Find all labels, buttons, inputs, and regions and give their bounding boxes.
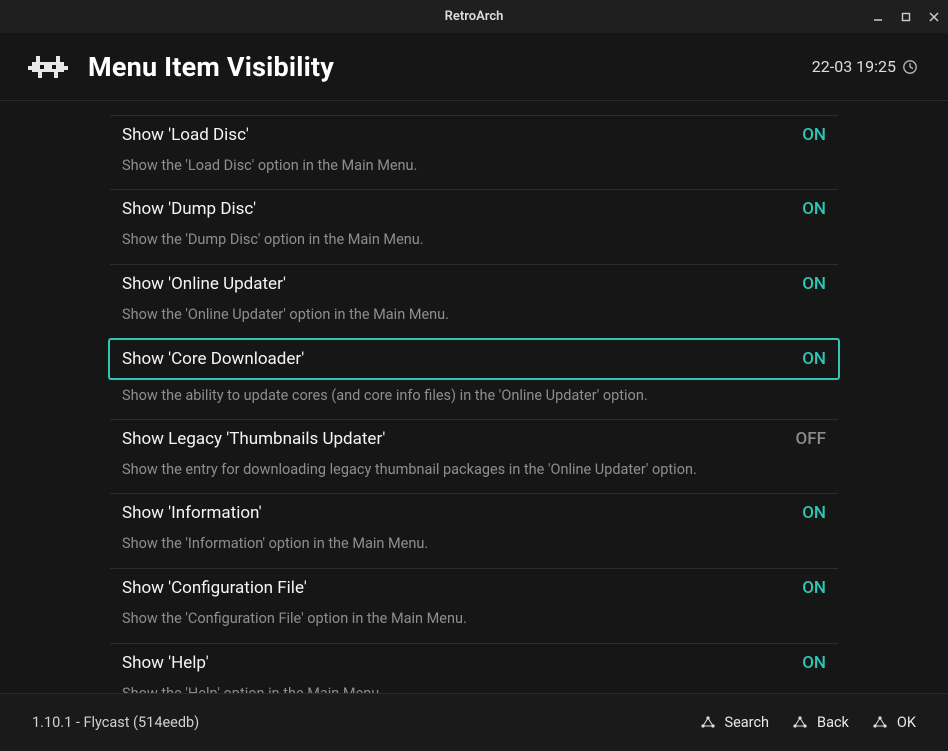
footer-action-search[interactable]: Search xyxy=(699,714,770,732)
setting-item[interactable]: Show 'Online Updater' ON Show the 'Online … xyxy=(110,265,838,340)
setting-item[interactable]: Show 'Configuration File' ON Show the 'Con… xyxy=(110,569,838,644)
setting-row[interactable]: Show 'Load Disc' ON xyxy=(110,116,838,154)
setting-item[interactable]: Show Legacy 'Thumbnails Updater'OFFShow … xyxy=(110,419,838,495)
settings-section: Show 'Load Content'ONShow the 'Load Cont… xyxy=(0,101,948,693)
setting-item[interactable]: Show 'Information' ON Show the 'Informatio… xyxy=(110,494,838,569)
clock-icon xyxy=(902,59,918,75)
footer-action-back[interactable]: Back xyxy=(791,714,849,732)
footer-version: 1.10.1 - Flycast (514eedb) xyxy=(32,714,699,731)
footer-actions: Search Back OK xyxy=(699,714,917,732)
page-title: Menu Item Visibility xyxy=(88,51,334,83)
setting-description: Show the 'Online Updater' option in the … xyxy=(110,303,750,339)
gamepad-button-icon xyxy=(791,714,809,732)
setting-value: ON xyxy=(802,125,826,145)
setting-label: Show 'Configuration File' xyxy=(122,578,307,598)
window-controls xyxy=(872,0,940,33)
window-close-button[interactable] xyxy=(928,11,940,23)
footer-action-ok[interactable]: OK xyxy=(871,714,916,732)
setting-row[interactable]: Show 'Information' ON xyxy=(110,494,838,532)
retroarch-invader-icon xyxy=(28,52,68,82)
setting-value: ON xyxy=(802,199,826,219)
setting-label: Show 'Core Downloader' xyxy=(122,349,304,369)
window-minimize-button[interactable] xyxy=(872,11,884,23)
setting-row[interactable]: Show 'Dump Disc' ON xyxy=(110,190,838,228)
setting-row[interactable]: Show Legacy 'Thumbnails Updater' OFF xyxy=(110,420,838,458)
setting-row[interactable]: Show 'Core Downloader' ON xyxy=(108,338,840,380)
setting-label: Show Legacy 'Thumbnails Updater' xyxy=(122,429,385,449)
setting-description: Show the 'Load Content' option in the Ma… xyxy=(110,101,750,115)
page-header: Menu Item Visibility 22-03 19:25 xyxy=(0,33,948,101)
setting-label: Show 'Dump Disc' xyxy=(122,199,256,219)
setting-description: Show the 'Information' option in the Mai… xyxy=(110,532,750,568)
gamepad-button-icon xyxy=(699,714,717,732)
setting-item[interactable]: Show 'Load Disc' ON Show the 'Load Disc' o… xyxy=(110,116,838,191)
window-maximize-button[interactable] xyxy=(900,11,912,23)
setting-description: Show the entry for downloading legacy th… xyxy=(110,458,750,494)
header-clock: 22-03 19:25 xyxy=(812,57,918,76)
setting-row[interactable]: Show 'Online Updater' ON xyxy=(110,265,838,303)
window-titlebar: RetroArch xyxy=(0,0,948,33)
footer-action-label: OK xyxy=(897,714,916,731)
setting-value: ON xyxy=(802,349,826,369)
setting-description: Show the ability to update cores (and co… xyxy=(110,380,750,420)
setting-description: Show the 'Configuration File' option in … xyxy=(110,607,750,643)
setting-label: Show 'Online Updater' xyxy=(122,274,286,294)
setting-label: Show 'Information' xyxy=(122,503,262,523)
setting-value: ON xyxy=(802,578,826,598)
setting-item[interactable]: Show 'Core Downloader' ON Show the ability… xyxy=(110,338,838,420)
setting-item[interactable]: Show 'Dump Disc' ON Show the 'Dump Disc' o… xyxy=(110,190,838,265)
setting-item[interactable]: Show 'Help' ON Show the 'Help' option in t… xyxy=(110,644,838,694)
header-time-text: 22-03 19:25 xyxy=(812,57,896,76)
setting-value: ON xyxy=(802,503,826,523)
setting-label: Show 'Help' xyxy=(122,653,209,673)
setting-row[interactable]: Show 'Configuration File' ON xyxy=(110,569,838,607)
footer-action-label: Search xyxy=(725,714,770,731)
footer-action-label: Back xyxy=(817,714,849,731)
setting-value: OFF xyxy=(796,429,826,449)
setting-value: ON xyxy=(802,274,826,294)
setting-row[interactable]: Show 'Help' ON xyxy=(110,644,838,682)
setting-description: Show the 'Dump Disc' option in the Main … xyxy=(110,228,750,264)
gamepad-button-icon xyxy=(871,714,889,732)
setting-item[interactable]: Show 'Load Content'ONShow the 'Load Cont… xyxy=(110,101,838,116)
setting-description: Show the 'Load Disc' option in the Main … xyxy=(110,154,750,190)
setting-value: ON xyxy=(802,653,826,673)
footer-bar: 1.10.1 - Flycast (514eedb) Search Back OK xyxy=(0,693,948,751)
settings-list[interactable]: Show 'Load Content'ONShow the 'Load Cont… xyxy=(110,101,838,693)
window-title: RetroArch xyxy=(445,9,504,24)
setting-label: Show 'Load Disc' xyxy=(122,125,249,145)
setting-description: Show the 'Help' option in the Main Menu. xyxy=(110,682,750,694)
